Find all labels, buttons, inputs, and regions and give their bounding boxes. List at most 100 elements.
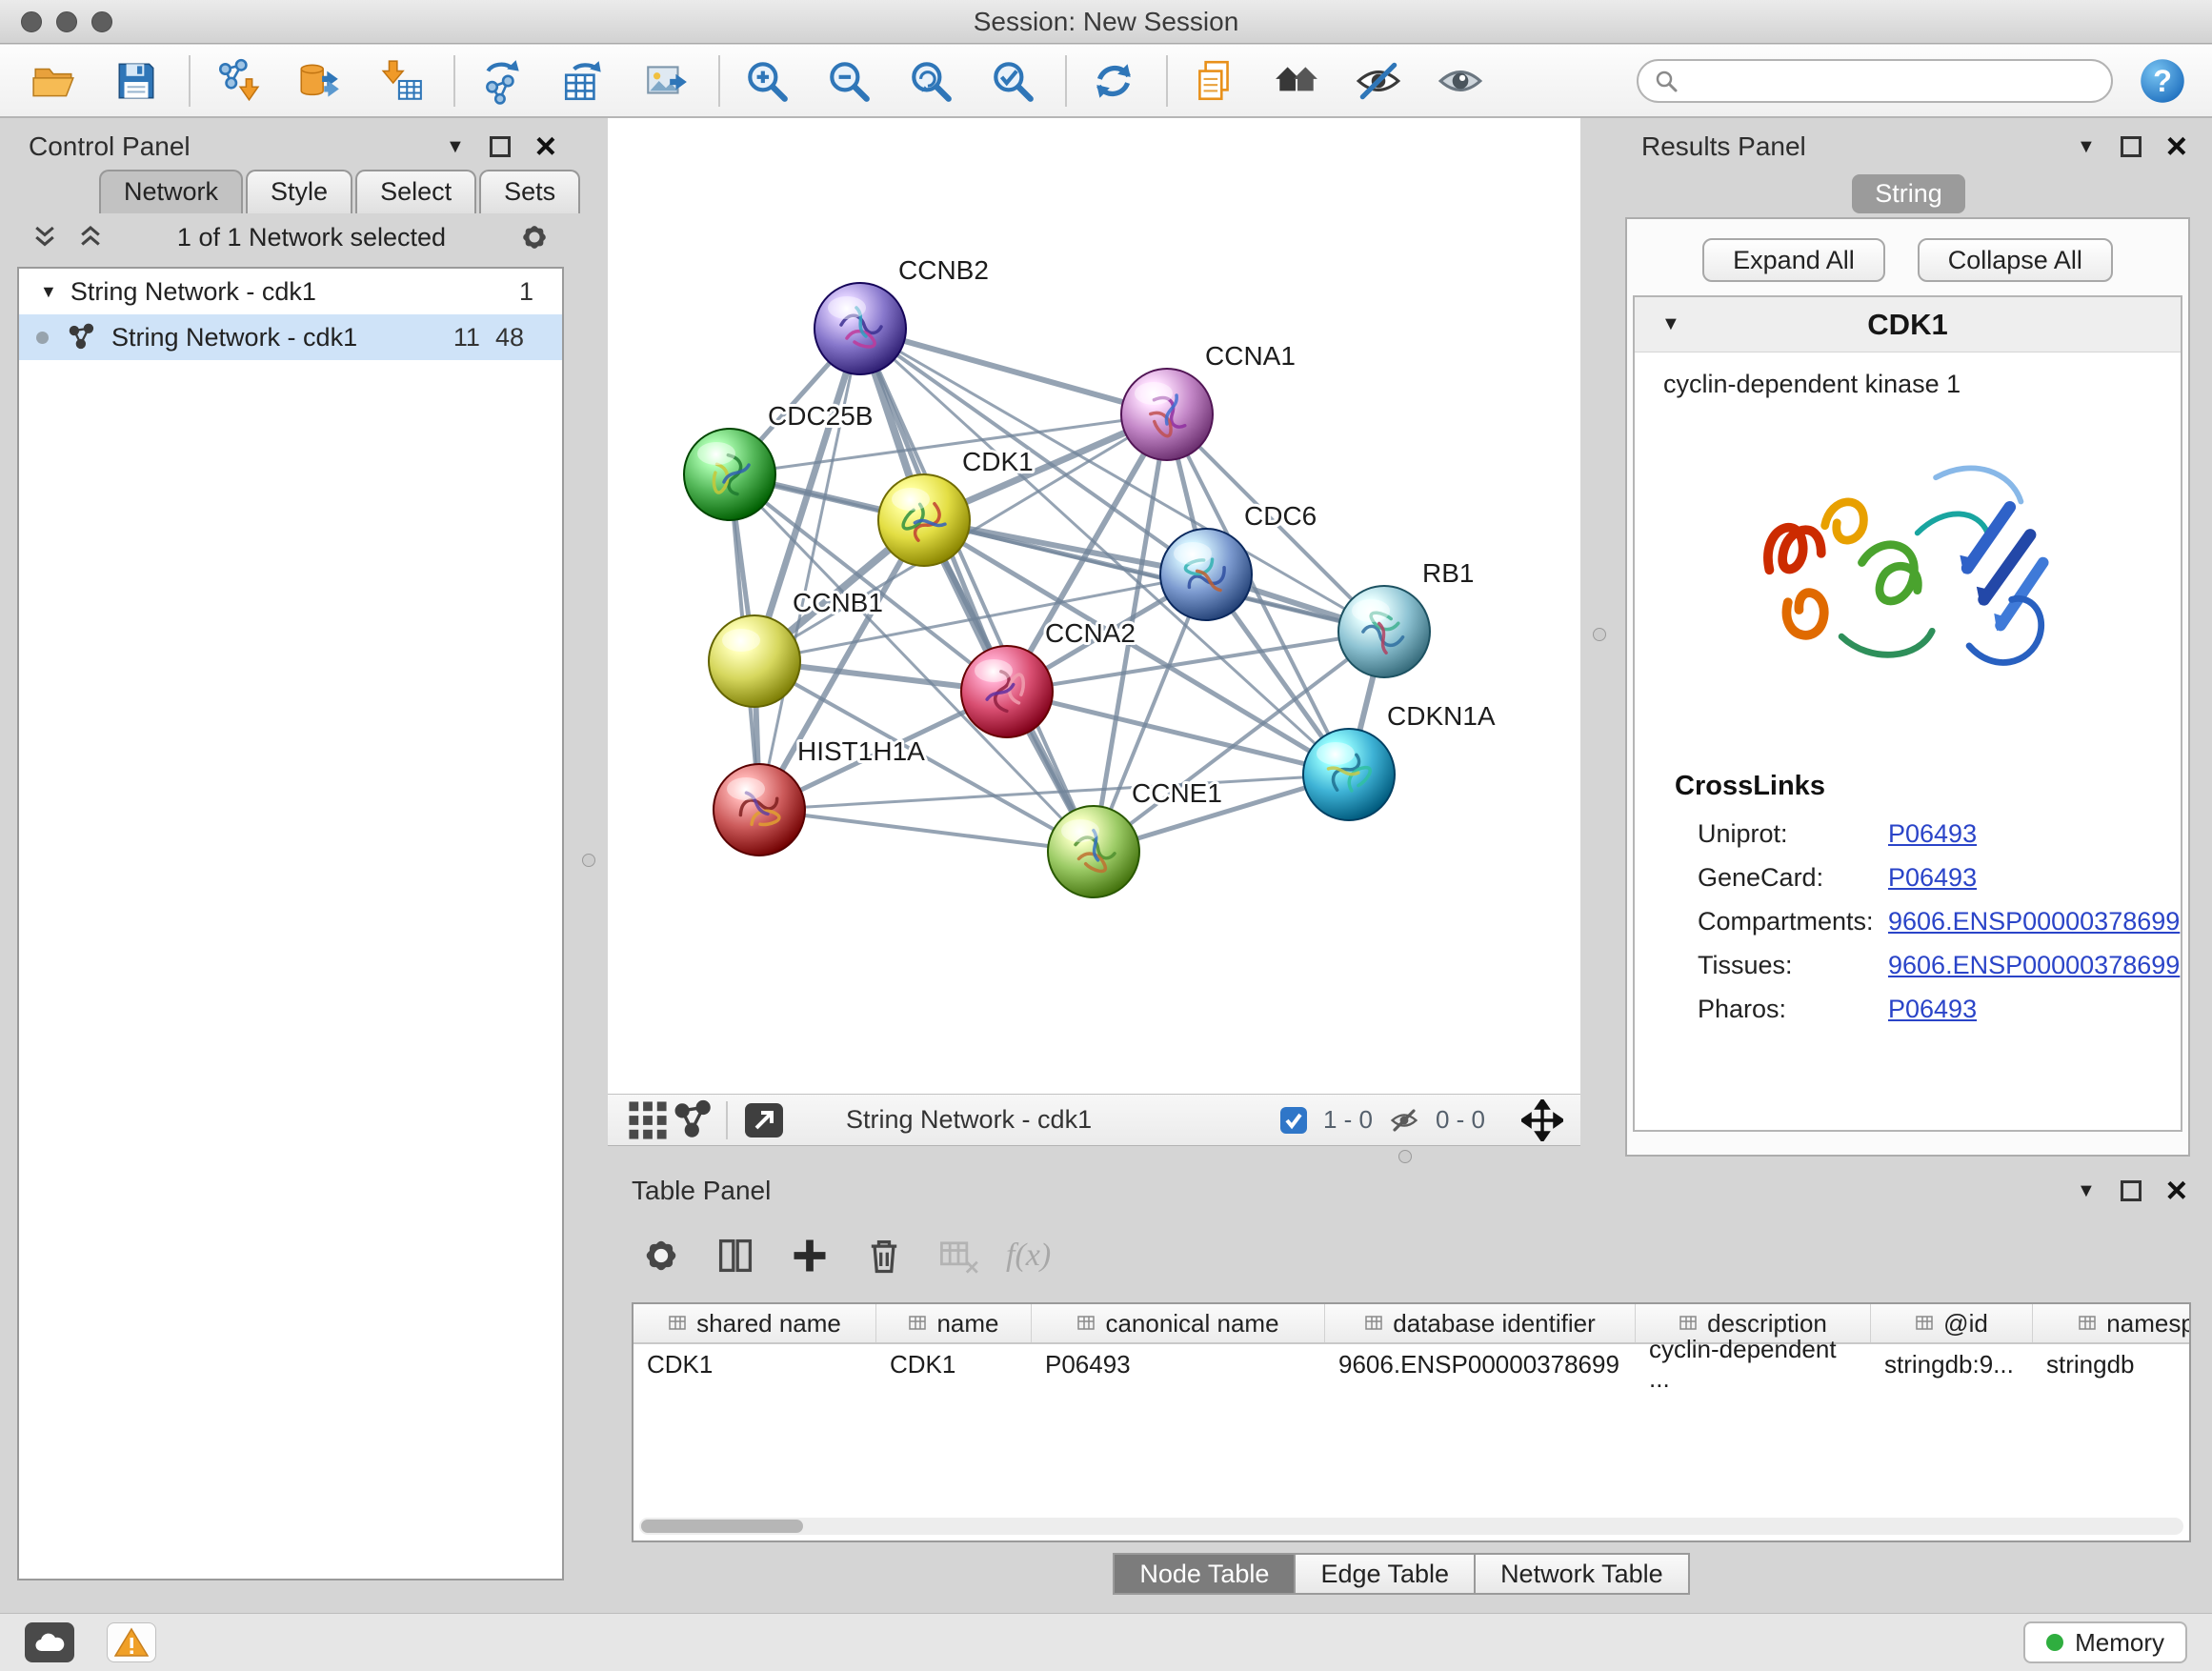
network-overview-button[interactable] [671,1094,716,1147]
column-header-namespace[interactable]: namespace [2033,1304,2191,1342]
network-node-RB1[interactable] [1338,586,1430,677]
tab-network-table[interactable]: Network Table [1474,1553,1690,1595]
collapse-all-icon[interactable] [30,223,59,252]
network-node-CCNB2[interactable] [814,283,906,374]
export-image-button[interactable] [636,51,695,111]
collapse-section-icon[interactable]: ▼ [1661,313,1680,335]
network-node-CCNA1[interactable] [1121,369,1213,460]
panel-float-icon[interactable] [2121,1180,2142,1201]
zoom-in-button[interactable] [737,51,796,111]
column-header-shared-name[interactable]: shared name [633,1304,876,1342]
crosslink-label: Uniprot: [1698,819,1888,849]
zoom-selected-button[interactable] [983,51,1042,111]
table-row[interactable]: CDK1 CDK1 P06493 9606.ENSP00000378699 cy… [633,1344,2191,1384]
show-columns-button[interactable] [709,1229,762,1282]
column-header-database-identifier[interactable]: database identifier [1325,1304,1636,1342]
network-row[interactable]: String Network - cdk1 11 48 [19,314,562,360]
tab-select[interactable]: Select [355,170,476,213]
copy-document-button[interactable] [1185,51,1244,111]
save-session-button[interactable] [107,51,166,111]
panel-float-icon[interactable] [490,136,511,157]
show-elements-button[interactable] [1431,51,1490,111]
search-input[interactable] [1688,66,2088,95]
panel-collapse-icon[interactable]: ▼ [446,137,465,156]
panel-float-icon[interactable] [2121,136,2142,157]
home-button[interactable] [1267,51,1326,111]
column-header-canonical-name[interactable]: canonical name [1032,1304,1325,1342]
crosslink-genecard-link[interactable]: P06493 [1888,863,1977,893]
panel-close-icon[interactable]: × [2166,1180,2187,1201]
app-window: Session: New Session [0,0,2212,1671]
tab-style[interactable]: Style [246,170,352,213]
import-table-file-button[interactable] [372,51,431,111]
network-node-CDC6[interactable] [1160,529,1252,620]
birdseye-button[interactable] [625,1094,671,1147]
network-node-HIST1H1A[interactable] [714,764,805,856]
collapse-all-button[interactable]: Collapse All [1918,238,2113,282]
column-header-name[interactable]: name [876,1304,1032,1342]
close-window-button[interactable] [21,11,42,32]
function-builder-button[interactable]: f(x) [1006,1238,1051,1274]
splitter-handle[interactable] [582,854,595,867]
network-node-CDKN1A[interactable] [1303,729,1395,820]
expand-all-icon[interactable] [76,223,105,252]
column-header-id[interactable]: @id [1871,1304,2033,1342]
table-settings-button[interactable] [634,1229,688,1282]
hide-elements-button[interactable] [1349,51,1408,111]
gene-section-header[interactable]: ▼ CDK1 [1635,297,2181,352]
network-node-CCNB1[interactable] [709,615,800,707]
horizontal-scrollbar[interactable] [639,1518,2183,1535]
crosslink-pharos-link[interactable]: P06493 [1888,995,1977,1024]
crosslink-uniprot-link[interactable]: P06493 [1888,819,1977,849]
export-network-button[interactable] [737,1094,791,1147]
help-button[interactable]: ? [2138,56,2187,106]
panel-close-icon[interactable]: × [2166,136,2187,157]
network-edge-CCNB2-CCNE1[interactable] [860,329,1094,852]
tab-string[interactable]: String [1852,174,1965,213]
add-column-button[interactable] [783,1229,836,1282]
network-node-CDK1[interactable] [878,474,970,566]
delete-column-button[interactable] [857,1229,911,1282]
open-session-button[interactable] [25,51,84,111]
warnings-button[interactable] [107,1622,156,1662]
tab-network[interactable]: Network [99,170,243,213]
hidden-eye-icon[interactable] [1388,1106,1420,1135]
cell-database-identifier: 9606.ENSP00000378699 [1325,1344,1636,1384]
expander-icon[interactable]: ▼ [40,282,57,302]
gear-icon[interactable] [518,221,551,253]
memory-button[interactable]: Memory [2023,1621,2187,1663]
toolbar-search[interactable] [1637,59,2113,103]
scrollbar-thumb[interactable] [641,1520,803,1533]
network-node-CDC25B[interactable] [684,429,775,520]
crosslink-row-genecard: GeneCard: P06493 [1635,856,2181,899]
tab-sets[interactable]: Sets [479,170,580,213]
zoom-fit-button[interactable] [901,51,960,111]
refresh-view-button[interactable] [1084,51,1143,111]
new-network-button[interactable] [473,51,532,111]
crosslink-compartments-link[interactable]: 9606.ENSP00000378699 [1888,907,2180,936]
network-node-CCNE1[interactable] [1048,806,1139,897]
crosslink-tissues-link[interactable]: 9606.ENSP00000378699 [1888,951,2180,980]
network-edge-HIST1H1A-CCNE1[interactable] [759,810,1094,852]
pan-move-icon[interactable] [1521,1099,1563,1141]
import-network-database-button[interactable] [290,51,349,111]
network-canvas[interactable]: CCNB2CCNA1CDC25BCDK1CDC6RB1CCNB1CCNA2CDK… [608,118,1580,1094]
delete-table-button[interactable] [932,1229,985,1282]
panel-close-icon[interactable]: × [535,136,556,157]
network-node-CCNA2[interactable] [961,646,1053,737]
expand-all-button[interactable]: Expand All [1702,238,1885,282]
zoom-out-button[interactable] [819,51,878,111]
new-table-button[interactable] [554,51,613,111]
cloud-button[interactable] [25,1622,74,1662]
import-network-file-button[interactable] [208,51,267,111]
tab-edge-table[interactable]: Edge Table [1294,1553,1476,1595]
tab-node-table[interactable]: Node Table [1113,1553,1296,1595]
panel-collapse-icon[interactable]: ▼ [2077,1181,2096,1200]
panel-collapse-icon[interactable]: ▼ [2077,137,2096,156]
network-collection-row[interactable]: ▼ String Network - cdk1 1 [19,269,562,314]
splitter-handle[interactable] [1593,628,1606,641]
zoom-window-button[interactable] [91,11,112,32]
minimize-window-button[interactable] [56,11,77,32]
selected-checkbox-icon[interactable] [1279,1106,1308,1135]
splitter-handle[interactable] [1398,1150,1412,1163]
